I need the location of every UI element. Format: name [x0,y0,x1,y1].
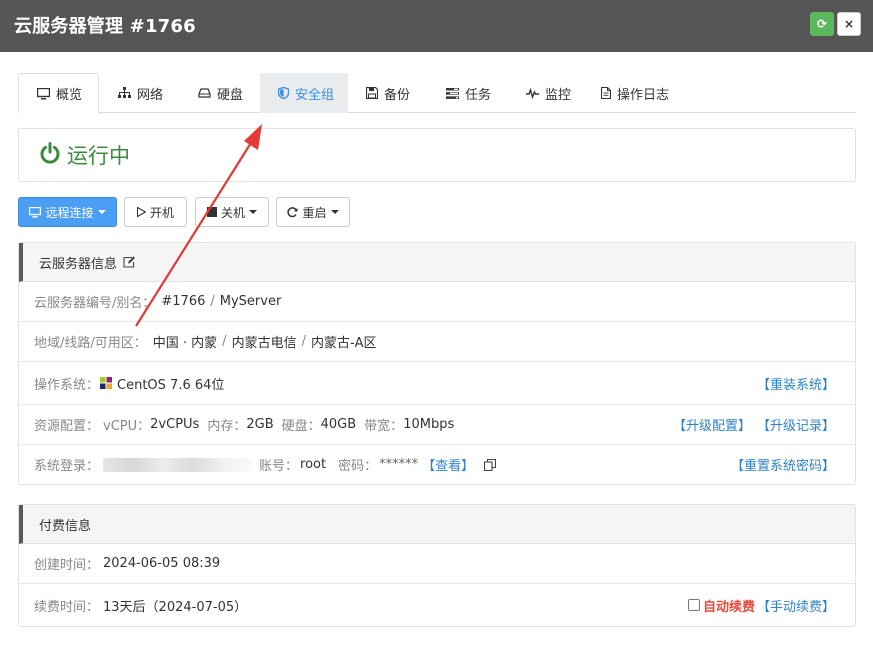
chevron-down-icon [97,210,106,214]
tab-label: 备份 [384,87,411,103]
auto-renew-checkbox[interactable] [687,599,700,611]
restart-button[interactable]: 重启 [276,197,350,227]
view-password-link[interactable]: 【查看】 [422,455,474,474]
sitemap-icon [118,87,131,98]
tab-network[interactable]: 网络 [100,73,180,113]
tab-label: 操作日志 [617,87,670,103]
power-icon [40,142,60,164]
save-icon [366,87,378,99]
renew-controls: 自动续费 【手动续费】 [687,584,835,626]
chevron-down-icon [249,210,257,214]
reset-password-wrap: 【重置系统密码】 [731,445,835,484]
shield-icon [278,87,289,99]
redacted-login-address [103,457,254,472]
tab-bar: 概览 网络 硬盘 安全组 备份 任务 监控 操作日志 [18,73,856,114]
manual-renew-link[interactable]: 【手动续费】 [757,596,835,615]
server-info-panel: 云服务器信息 云服务器编号/别名： #1766 / MyServer 地域/线路… [18,242,856,485]
window-title: 云服务器管理 #1766 [14,16,196,37]
status-panel: 运行中 [18,128,856,182]
refresh-icon [287,206,298,217]
edit-icon[interactable] [123,256,136,268]
row-region: 地域/线路/可用区： 中国 · 内蒙 / 内蒙古电信 / 内蒙古-A区 [19,322,855,362]
row-created-time: 创建时间： 2024-06-05 08:39 [19,544,855,584]
tab-label: 监控 [545,87,572,103]
tab-monitor[interactable]: 监控 [508,73,588,113]
shutdown-button[interactable]: 关机 [195,197,269,227]
tasks-icon [446,87,459,99]
stop-icon [206,207,217,217]
reinstall-link-wrap: 【重装系统】 [757,362,835,404]
reinstall-system-link[interactable]: 【重装系统】 [757,374,835,393]
tab-label: 任务 [465,87,492,103]
copy-icon[interactable] [484,458,497,471]
tab-label: 概览 [56,88,83,103]
billing-panel: 付费信息 创建时间： 2024-06-05 08:39 续费时间： 13天后（2… [18,504,856,627]
row-renew-time: 续费时间： 13天后（2024-07-05） 自动续费 【手动续费】 [19,584,855,626]
upgrade-log-link[interactable]: 【升级记录】 [757,415,835,434]
reset-password-link[interactable]: 【重置系统密码】 [731,455,835,474]
tab-operation-log[interactable]: 操作日志 [583,73,683,113]
close-icon: × [843,17,855,31]
tab-tasks[interactable]: 任务 [428,73,508,113]
row-os: 操作系统： CentOS 7.6 64位 【重装系统】 [19,362,855,405]
refresh-icon: ⟳ [816,17,828,31]
auto-renew-label[interactable]: 自动续费 [703,596,755,615]
status-text: 运行中 [67,144,130,168]
panel-heading: 付费信息 [19,505,855,544]
tab-label: 网络 [137,87,164,103]
remote-connect-button[interactable]: 远程连接 [18,197,117,227]
refresh-button[interactable]: ⟳ [810,12,834,36]
window-titlebar: 云服务器管理 #1766 ⟳ × [0,0,873,52]
row-resources: 资源配置： vCPU： 2vCPUs 内存： 2GB 硬盘： 40GB 带宽： … [19,405,855,445]
monitor-icon [37,87,50,99]
upgrade-config-link[interactable]: 【升级配置】 [673,415,751,434]
tab-label: 安全组 [295,87,335,103]
upgrade-links: 【升级配置】 【升级记录】 [673,405,835,444]
hdd-icon [198,88,211,98]
tab-label: 硬盘 [217,87,244,103]
chevron-down-icon [330,210,339,214]
panel-heading: 云服务器信息 [19,243,855,282]
row-server-id: 云服务器编号/别名： #1766 / MyServer [19,282,855,322]
pulse-icon [526,87,539,99]
tab-security-group[interactable]: 安全组 [260,73,348,113]
start-button[interactable]: 开机 [124,197,187,227]
tab-backup[interactable]: 备份 [348,73,428,113]
tab-disk[interactable]: 硬盘 [180,73,260,113]
file-icon [601,87,611,99]
tab-overview[interactable]: 概览 [18,73,99,114]
play-icon [136,207,146,217]
row-login: 系统登录： 账号： root 密码： ****** 【查看】 【重置系统密码】 [19,445,855,484]
monitor-icon [29,206,42,217]
centos-logo-icon [100,377,113,389]
close-button[interactable]: × [837,12,861,36]
